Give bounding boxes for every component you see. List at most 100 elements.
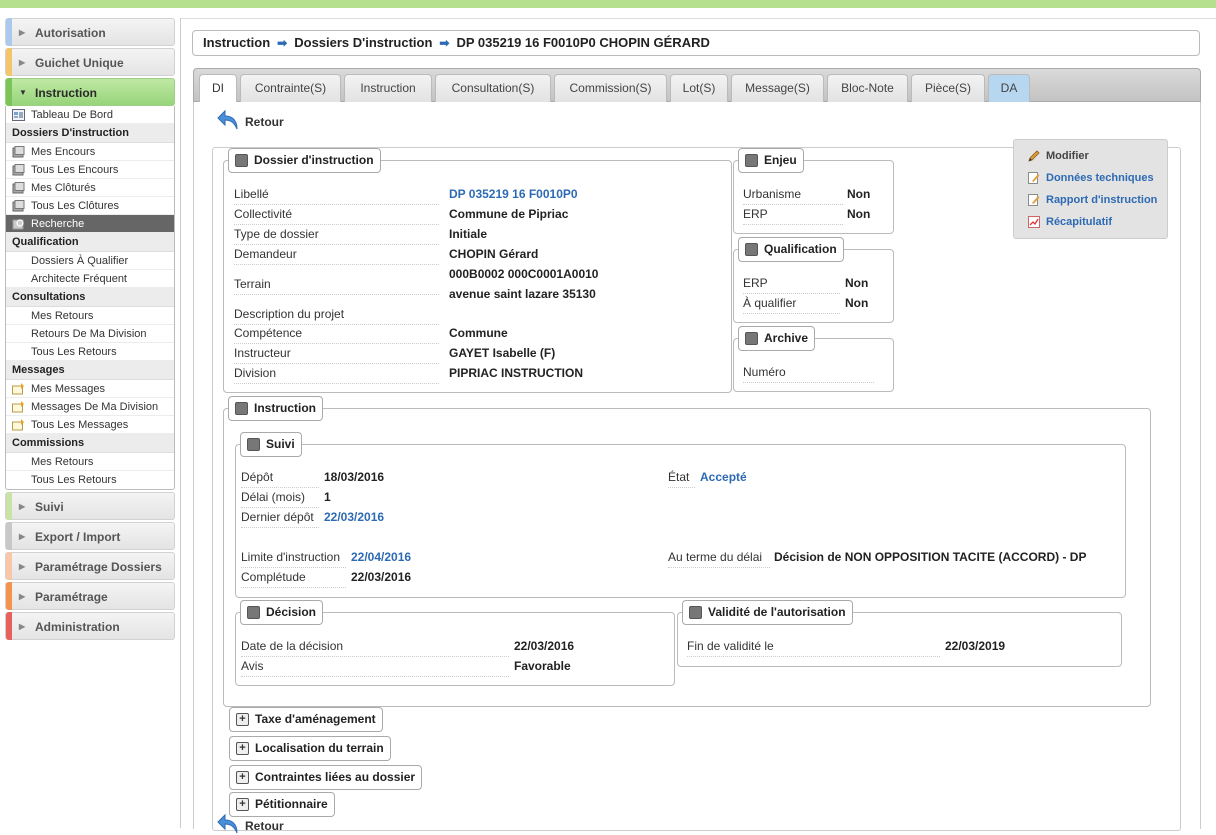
menu-guichet-unique[interactable]: ▶ Guichet Unique [5,48,175,76]
tab-da[interactable]: DA [988,74,1030,102]
dashboard-icon [12,109,25,121]
sidebar-item-mes-clotures[interactable]: Mes Clôturés [6,179,174,197]
breadcrumb-dossiers[interactable]: Dossiers D'instruction [294,35,432,50]
tab-bloc-note[interactable]: Bloc-Note [827,74,908,102]
expand-plus-icon: + [236,742,249,755]
arrow-right-icon: ➡ [277,36,288,50]
qualification-fieldset: Qualification ERP Non À qualifier Non [733,237,894,323]
dossier-legend[interactable]: Dossier d'instruction [228,148,381,173]
sidebar-item-recherche[interactable]: Recherche [6,215,174,233]
report-chart-icon [1028,216,1040,228]
sidebar-item-dossiers-a-qualifier[interactable]: Dossiers À Qualifier [6,252,174,270]
section-taxe-amenagement[interactable]: + Taxe d'aménagement [229,707,383,732]
message-icon [12,383,24,395]
chevron-down-icon: ▼ [19,88,27,97]
folder-stack-icon [12,200,25,212]
sidebar-item-tous-les-encours[interactable]: Tous Les Encours [6,161,174,179]
menu-autorisation[interactable]: ▶ Autorisation [5,18,175,46]
collapse-square-icon [745,243,758,256]
breadcrumb-current: DP 035219 16 F0010P0 CHOPIN GÉRARD [456,35,710,50]
expand-plus-icon: + [236,771,249,784]
actions-box: Modifier Données techniques Rapport d'in… [1013,139,1168,239]
tab-contraintes[interactable]: Contrainte(S) [240,74,341,102]
tab-pieces[interactable]: Pièce(S) [911,74,985,102]
menu-instruction[interactable]: ▼ Instruction [5,78,175,106]
sidebar-item-messages-de-ma-division[interactable]: Messages De Ma Division [6,398,174,416]
collapse-square-icon [689,606,702,619]
qualification-legend[interactable]: Qualification [738,237,844,262]
folder-stack-icon [12,164,25,176]
chevron-right-icon: ▶ [19,622,26,631]
chevron-right-icon: ▶ [19,58,26,67]
sidebar-item-tous-les-clotures[interactable]: Tous Les Clôtures [6,197,174,215]
menu-parametrage[interactable]: ▶ Paramétrage [5,582,175,610]
rapport-instruction-action[interactable]: Rapport d'instruction [1027,194,1157,206]
decision-fieldset: Décision Date de la décision 22/03/2016 A… [235,600,675,686]
section-contraintes-dossier[interactable]: + Contraintes liées au dossier [229,765,423,790]
menu-parametrage-dossiers[interactable]: ▶ Paramétrage Dossiers [5,552,175,580]
donnees-techniques-action[interactable]: Données techniques [1027,172,1154,184]
validite-fieldset: Validité de l'autorisation Fin de validi… [677,600,1122,667]
document-edit-icon [1028,172,1040,184]
chevron-right-icon: ▶ [19,28,26,37]
chevron-right-icon: ▶ [19,562,26,571]
section-localisation-terrain[interactable]: + Localisation du terrain [229,736,391,761]
suivi-fieldset: Suivi Dépôt 18/03/2016 Délai (mois) 1 Dern… [235,432,1126,598]
sidebar-item-architecte-frequent[interactable]: Architecte Fréquent [6,270,174,288]
archive-legend[interactable]: Archive [738,326,816,351]
libelle-link[interactable]: DP 035219 16 F0010P0 [449,186,578,203]
sidebar-item-tous-les-retours[interactable]: Tous Les Retours [6,343,174,361]
sidebar-section-commissions: Commissions [6,434,174,453]
pencil-icon [1028,150,1040,162]
search-folder-icon [12,219,24,230]
collapse-square-icon [247,606,260,619]
sidebar-item-commission-tous-les-retours[interactable]: Tous Les Retours [6,471,174,489]
tab-lots[interactable]: Lot(S) [670,74,728,102]
decision-legend[interactable]: Décision [240,600,324,625]
menu-administration[interactable]: ▶ Administration [5,612,175,640]
sidebar-section-messages: Messages [6,361,174,380]
sidebar-item-tableau-de-bord[interactable]: Tableau De Bord [6,106,174,124]
tab-bar: DI Contrainte(S) Instruction Consultatio… [193,68,1201,103]
recapitulatif-action[interactable]: Récapitulatif [1027,216,1112,228]
sidebar-section-dossiers: Dossiers D'instruction [6,124,174,143]
expand-plus-icon: + [236,798,249,811]
sidebar-item-commission-mes-retours[interactable]: Mes Retours [6,453,174,471]
tab-di[interactable]: DI [199,74,237,103]
expand-plus-icon: + [236,713,249,726]
sidebar-item-mes-retours[interactable]: Mes Retours [6,307,174,325]
sidebar-item-retours-de-ma-division[interactable]: Retours De Ma Division [6,325,174,343]
section-petitionnaire[interactable]: + Pétitionnaire [229,792,335,817]
dossier-panel: Dossier d'instruction Libellé DP 035219 1… [212,147,1181,831]
collapse-square-icon [745,332,758,345]
folder-stack-icon [12,146,25,158]
dossier-fieldset: Dossier d'instruction Libellé DP 035219 1… [223,148,732,393]
chevron-right-icon: ▶ [19,502,26,511]
menu-export-import[interactable]: ▶ Export / Import [5,522,175,550]
modifier-action[interactable]: Modifier [1027,150,1089,162]
menu-suivi[interactable]: ▶ Suivi [5,492,175,520]
collapse-square-icon [235,154,248,167]
sidebar-item-mes-encours[interactable]: Mes Encours [6,143,174,161]
breadcrumb-instruction[interactable]: Instruction [203,35,270,50]
validite-legend[interactable]: Validité de l'autorisation [682,600,853,625]
enjeu-fieldset: Enjeu Urbanisme Non ERP Non [733,148,894,234]
sidebar: ▶ Autorisation ▶ Guichet Unique ▼ Instructi… [5,18,175,642]
breadcrumb: Instruction ➡ Dossiers D'instruction ➡ DP 03… [192,30,1200,56]
tab-consultations[interactable]: Consultation(S) [435,74,551,102]
tab-messages[interactable]: Message(S) [731,74,824,102]
instruction-legend[interactable]: Instruction [228,396,323,421]
sidebar-item-mes-messages[interactable]: Mes Messages [6,380,174,398]
back-arrow-icon [217,813,238,834]
message-icon [12,419,24,431]
enjeu-legend[interactable]: Enjeu [738,148,804,173]
collapse-square-icon [247,438,260,451]
sidebar-item-tous-les-messages[interactable]: Tous Les Messages [6,416,174,434]
menu-instruction-submenu: Tableau De Bord Dossiers D'instruction M… [5,106,175,490]
folder-stack-icon [12,182,25,194]
document-edit-icon [1028,194,1040,206]
suivi-legend[interactable]: Suivi [240,432,302,457]
tab-commissions[interactable]: Commission(S) [554,74,667,102]
tab-instruction[interactable]: Instruction [344,74,432,102]
instruction-fieldset: Instruction Suivi Dépôt 18/03/2016 Délai … [223,396,1151,707]
